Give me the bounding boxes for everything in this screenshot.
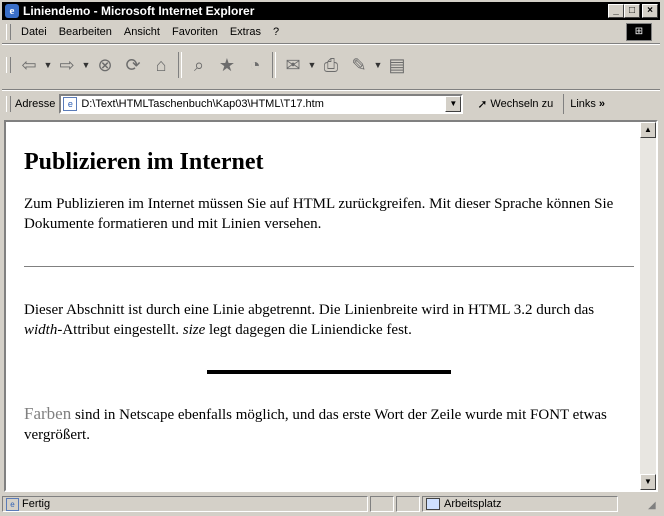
edit-icon[interactable]: ✎ [345, 51, 373, 79]
windows-logo-icon: ⊞ [626, 23, 652, 41]
back-icon[interactable]: ⇦ [15, 51, 43, 79]
standard-toolbar: ⇦ ▼ ⇨ ▼ ⊗ ⟳ ⌂ ⌕ ★ ◔ ✉ ▼ ⎙ ✎ ▼ ▤ [2, 44, 660, 86]
go-arrow-icon: ➚ [477, 97, 488, 111]
home-icon[interactable]: ⌂ [147, 51, 175, 79]
back-dropdown-icon[interactable]: ▼ [43, 51, 53, 79]
menu-ansicht[interactable]: Ansicht [118, 26, 166, 38]
horizontal-rule-full [24, 266, 634, 268]
links-label: Links [570, 98, 596, 110]
status-panel: e Fertig [2, 496, 368, 512]
para2-text-a: Dieser Abschnitt ist durch eine Linie ab… [24, 302, 595, 318]
menu-favoriten[interactable]: Favoriten [166, 26, 224, 38]
para2-text-b: -Attribut eingestellt. [57, 322, 183, 338]
page-heading: Publizieren im Internet [24, 149, 264, 175]
maximize-button[interactable]: □ [624, 4, 640, 18]
menu-help[interactable]: ? [267, 26, 285, 38]
print-icon[interactable]: ⎙ [317, 51, 345, 79]
address-input[interactable]: e D:\Text\HTMLTaschenbuch\Kap03\HTML\T17… [59, 94, 464, 114]
resize-grip-icon[interactable]: ◢ [648, 500, 660, 512]
menubar-grip[interactable] [6, 24, 11, 40]
edit-dropdown-icon[interactable]: ▼ [373, 51, 383, 79]
toolbar-grip[interactable] [6, 57, 11, 73]
favorites-icon[interactable]: ★ [213, 51, 241, 79]
mail-icon[interactable]: ✉ [279, 51, 307, 79]
zone-text: Arbeitsplatz [444, 498, 502, 510]
forward-icon[interactable]: ⇨ [53, 51, 81, 79]
toolbar-separator [272, 52, 276, 78]
farben-word: Farben [24, 404, 72, 423]
stop-icon[interactable]: ⊗ [91, 51, 119, 79]
width-attribute-text: width [24, 322, 58, 338]
toolbar-divider [2, 89, 660, 91]
ie-logo-icon: e [5, 4, 19, 18]
page-content: Publizieren im Internet Zum Publizieren … [24, 122, 634, 443]
links-button[interactable]: Links » [563, 94, 605, 114]
address-bar: Adresse e D:\Text\HTMLTaschenbuch\Kap03\… [2, 92, 660, 116]
status-bar: e Fertig Arbeitsplatz ◢ [2, 494, 660, 514]
minimize-button[interactable]: _ [608, 4, 624, 18]
mail-dropdown-icon[interactable]: ▼ [307, 51, 317, 79]
menu-bearbeiten[interactable]: Bearbeiten [53, 26, 118, 38]
page-icon: e [6, 497, 19, 511]
address-dropdown-button[interactable]: ▼ [445, 96, 462, 112]
go-button[interactable]: ➚ Wechseln zu [473, 97, 557, 111]
menu-bar: Datei Bearbeiten Ansicht Favoriten Extra… [2, 22, 660, 42]
para2-text-c: legt dagegen die Liniendicke fest. [205, 322, 412, 338]
horizontal-rule-thick [207, 370, 451, 374]
addressbar-grip[interactable] [6, 96, 11, 112]
forward-dropdown-icon[interactable]: ▼ [81, 51, 91, 79]
discuss-icon[interactable]: ▤ [383, 51, 411, 79]
window-title: Liniendemo - Microsoft Internet Explorer [23, 4, 255, 18]
menu-datei[interactable]: Datei [15, 26, 53, 38]
refresh-icon[interactable]: ⟳ [119, 51, 147, 79]
menu-extras[interactable]: Extras [224, 26, 267, 38]
paragraph-intro: Zum Publizieren im Internet müssen Sie a… [24, 196, 614, 232]
status-panel-empty [370, 496, 394, 512]
page-icon: e [63, 97, 78, 111]
title-bar: e Liniendemo - Microsoft Internet Explor… [2, 2, 660, 20]
scroll-down-button[interactable]: ▼ [640, 474, 656, 490]
paragraph-linie: Dieser Abschnitt ist durch eine Linie ab… [24, 300, 634, 340]
go-label: Wechseln zu [490, 98, 554, 110]
paragraph-farben: Farben sind in Netscape ebenfalls möglic… [24, 404, 634, 445]
close-button[interactable]: × [642, 4, 658, 18]
chevron-right-icon: » [598, 98, 606, 110]
para3-text: sind in Netscape ebenfalls möglich, und … [24, 407, 607, 443]
status-panel-empty [396, 496, 420, 512]
address-label: Adresse [15, 98, 56, 110]
vertical-scrollbar[interactable]: ▲ ▼ [640, 122, 656, 490]
computer-icon [426, 498, 440, 510]
toolbar-separator [178, 52, 182, 78]
size-attribute-text: size [182, 322, 206, 338]
zone-panel: Arbeitsplatz [422, 496, 618, 512]
status-text: Fertig [22, 498, 51, 510]
browser-window: e Liniendemo - Microsoft Internet Explor… [0, 0, 664, 516]
window-controls: _ □ × [608, 4, 658, 18]
page-viewport[interactable]: Publizieren im Internet Zum Publizieren … [4, 120, 658, 492]
scroll-up-button[interactable]: ▲ [640, 122, 656, 138]
address-value[interactable]: D:\Text\HTMLTaschenbuch\Kap03\HTML\T17.h… [81, 98, 324, 110]
search-icon[interactable]: ⌕ [185, 51, 213, 79]
history-icon[interactable]: ◔ [241, 51, 269, 79]
